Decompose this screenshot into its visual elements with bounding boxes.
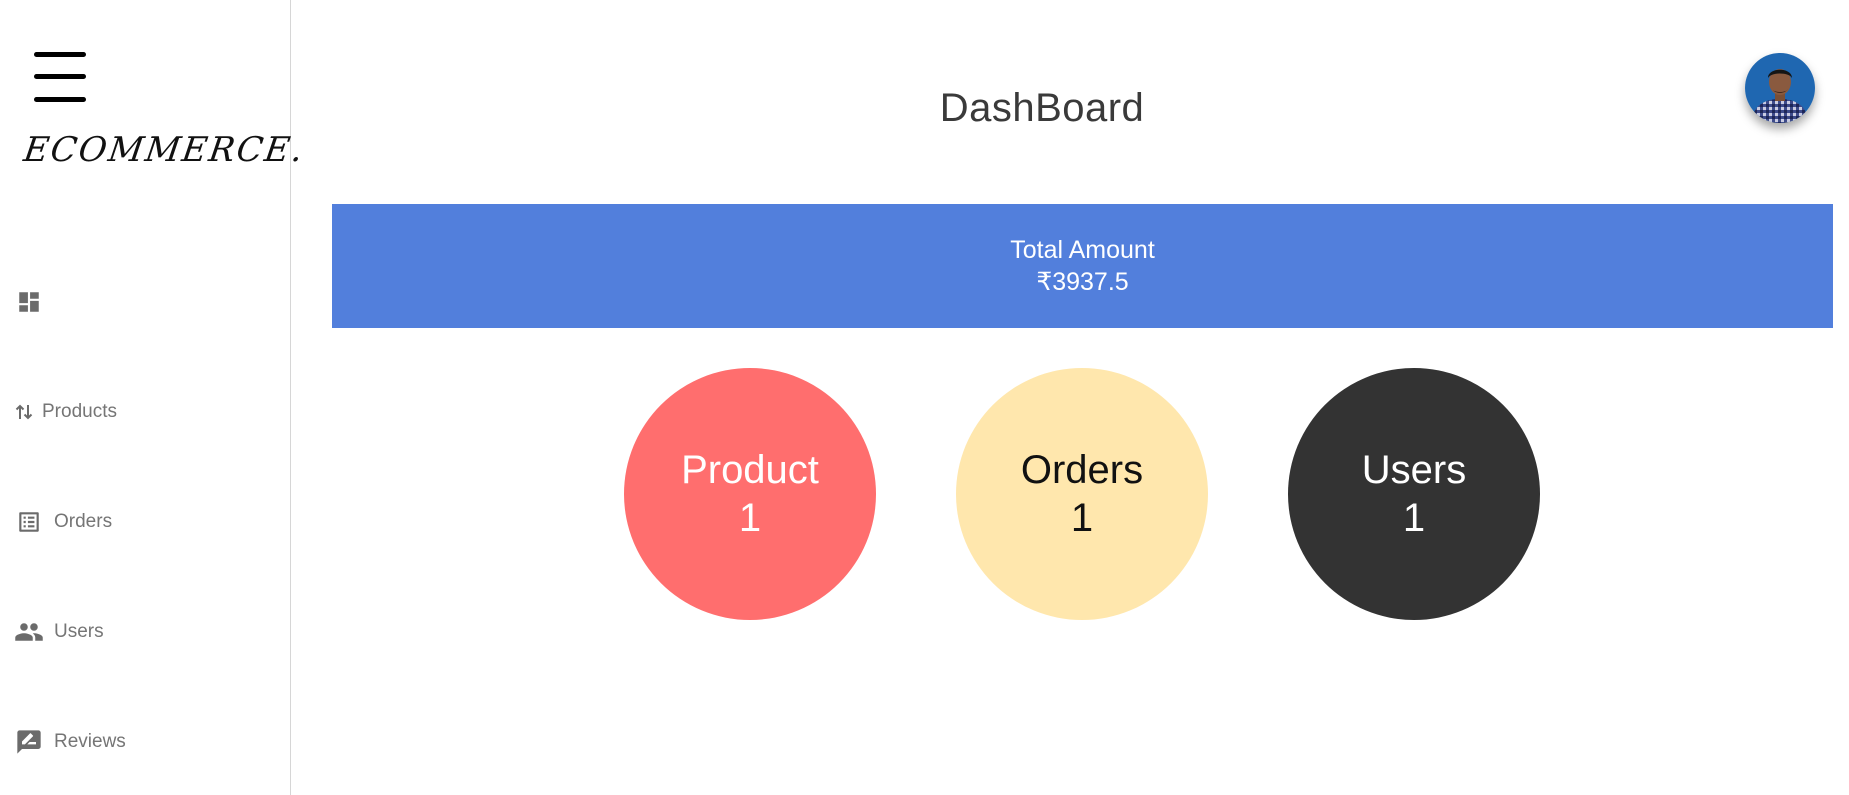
user-avatar-image — [1745, 53, 1815, 123]
sidebar-item-orders[interactable]: Orders — [14, 502, 112, 542]
sidebar-item-products[interactable]: Products — [14, 392, 117, 432]
list-alt-icon — [14, 507, 44, 537]
swap-vertical-icon — [14, 397, 34, 427]
page-title: DashBoard — [939, 86, 1145, 130]
sidebar-item-users[interactable]: Users — [14, 612, 104, 652]
sidebar-item-label: Reviews — [54, 731, 126, 752]
people-icon — [14, 617, 44, 647]
stat-value: 1 — [738, 496, 762, 540]
sidebar-item-label: Users — [54, 621, 104, 642]
main-content: DashBoard Total Amount ₹3937.5 Product 1… — [292, 0, 1849, 795]
sidebar-item-label: Products — [42, 401, 117, 422]
users-count-card[interactable]: Users 1 — [1288, 368, 1540, 620]
brand-logo[interactable]: ECOMMERCE. — [21, 130, 307, 170]
total-amount-label: Total Amount — [1010, 236, 1155, 264]
product-count-card[interactable]: Product 1 — [624, 368, 876, 620]
stat-value: 1 — [1402, 496, 1426, 540]
stat-value: 1 — [1070, 496, 1094, 540]
total-amount-value: ₹3937.5 — [1036, 268, 1129, 296]
stat-label: Users — [1361, 448, 1467, 492]
hamburger-menu-icon[interactable] — [34, 52, 86, 102]
orders-count-card[interactable]: Orders 1 — [956, 368, 1208, 620]
sidebar-item-dashboard[interactable] — [14, 282, 54, 322]
sidebar-item-label: Orders — [54, 511, 113, 532]
dashboard-icon — [14, 287, 44, 317]
stat-label: Product — [681, 448, 819, 492]
rate-review-icon — [14, 727, 44, 757]
total-amount-banner: Total Amount ₹3937.5 — [332, 204, 1833, 328]
sidebar-item-reviews[interactable]: Reviews — [14, 722, 126, 762]
stat-label: Orders — [1020, 448, 1144, 492]
sidebar: ECOMMERCE. Products Orders Users Reviews — [0, 0, 307, 795]
avatar[interactable] — [1745, 53, 1815, 123]
app: ECOMMERCE. Products Orders Users Reviews… — [0, 0, 1849, 795]
